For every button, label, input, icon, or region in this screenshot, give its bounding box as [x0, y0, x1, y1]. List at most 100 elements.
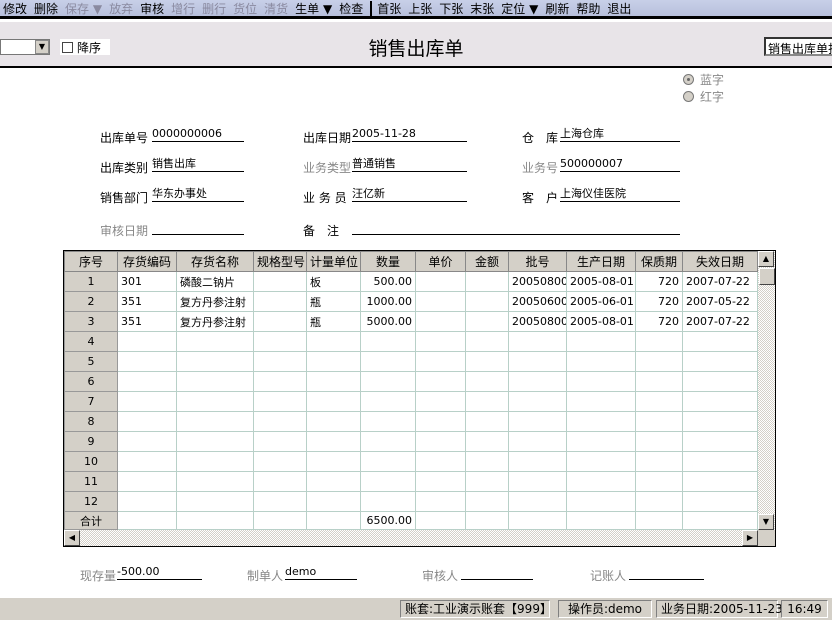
table-cell[interactable]: [508, 371, 567, 392]
table-cell[interactable]: [117, 471, 177, 492]
toolbar-button-19[interactable]: 退出: [607, 0, 631, 17]
table-cell[interactable]: [306, 391, 361, 412]
table-cell[interactable]: [415, 311, 466, 332]
table-cell[interactable]: [508, 471, 567, 492]
table-cell[interactable]: [117, 391, 177, 412]
table-cell[interactable]: [415, 411, 466, 432]
table-cell[interactable]: [253, 491, 307, 512]
table-row[interactable]: 12: [64, 491, 758, 512]
table-cell[interactable]: [306, 351, 361, 372]
column-header[interactable]: 生产日期: [566, 251, 636, 272]
table-cell[interactable]: [253, 471, 307, 492]
table-cell[interactable]: [415, 371, 466, 392]
column-header[interactable]: 存货编码: [117, 251, 177, 272]
table-cell[interactable]: [117, 431, 177, 452]
table-cell[interactable]: [415, 491, 466, 512]
out-date-field[interactable]: 2005-11-28: [352, 127, 467, 142]
toolbar-button-10[interactable]: 检查: [339, 0, 363, 17]
table-cell[interactable]: [508, 431, 567, 452]
table-cell[interactable]: 720: [635, 271, 683, 292]
table-row[interactable]: 2351复方丹参注射 瓶1000.00 2005060012005-06-01720…: [64, 291, 758, 312]
scroll-left-icon[interactable]: ◀: [64, 530, 80, 546]
table-cell[interactable]: [360, 451, 416, 472]
table-cell[interactable]: [635, 411, 683, 432]
table-cell[interactable]: [682, 371, 758, 392]
scroll-up-icon[interactable]: ▲: [758, 251, 774, 267]
table-row[interactable]: 7: [64, 391, 758, 412]
toolbar-button-2[interactable]: 保存 ▼: [65, 0, 102, 17]
table-cell[interactable]: [635, 351, 683, 372]
table-cell[interactable]: [566, 411, 636, 432]
table-cell[interactable]: [253, 431, 307, 452]
table-cell[interactable]: [176, 431, 254, 452]
toolbar-button-13[interactable]: 上张: [408, 0, 432, 17]
table-cell[interactable]: [635, 331, 683, 352]
table-cell[interactable]: [635, 451, 683, 472]
table-cell[interactable]: [415, 271, 466, 292]
scroll-down-icon[interactable]: ▼: [758, 514, 774, 530]
radio-blue[interactable]: 蓝字: [683, 71, 724, 88]
table-cell[interactable]: [253, 391, 307, 412]
table-cell[interactable]: 复方丹参注射: [176, 311, 254, 332]
table-cell[interactable]: [566, 451, 636, 472]
table-cell[interactable]: [465, 331, 509, 352]
table-cell[interactable]: [176, 331, 254, 352]
table-cell[interactable]: [682, 411, 758, 432]
table-cell[interactable]: 2005-06-01: [566, 291, 636, 312]
table-cell[interactable]: [465, 391, 509, 412]
table-cell[interactable]: [415, 351, 466, 372]
table-cell[interactable]: 301: [117, 271, 177, 292]
table-cell[interactable]: [682, 491, 758, 512]
table-cell[interactable]: [253, 411, 307, 432]
column-header[interactable]: 计量单位: [306, 251, 361, 272]
table-cell[interactable]: [508, 411, 567, 432]
toolbar-button-5[interactable]: 增行: [171, 0, 195, 17]
table-cell[interactable]: [415, 331, 466, 352]
column-header[interactable]: 金额: [465, 251, 509, 272]
table-row[interactable]: 8: [64, 411, 758, 432]
table-cell[interactable]: [117, 351, 177, 372]
table-cell[interactable]: [176, 411, 254, 432]
table-cell[interactable]: [415, 451, 466, 472]
table-cell[interactable]: 2007-07-22: [682, 311, 758, 332]
table-cell[interactable]: [176, 451, 254, 472]
table-cell[interactable]: [566, 351, 636, 372]
remark-field[interactable]: [352, 220, 680, 235]
table-cell[interactable]: 5000.00: [360, 311, 416, 332]
table-cell[interactable]: [566, 431, 636, 452]
table-cell[interactable]: [465, 491, 509, 512]
print-template-select[interactable]: 销售出库单打印模版: [764, 37, 832, 56]
table-cell[interactable]: [176, 471, 254, 492]
toolbar-button-1[interactable]: 删除: [34, 0, 58, 17]
table-cell[interactable]: [176, 351, 254, 372]
biz-type-field[interactable]: 普通销售: [352, 157, 467, 172]
table-cell[interactable]: [253, 271, 307, 292]
table-row[interactable]: 5: [64, 351, 758, 372]
toolbar-button-9[interactable]: 生单 ▼: [295, 0, 332, 17]
table-cell[interactable]: [635, 371, 683, 392]
table-cell[interactable]: [465, 431, 509, 452]
table-cell[interactable]: 200506001: [508, 291, 567, 312]
table-cell[interactable]: [682, 431, 758, 452]
table-cell[interactable]: [360, 411, 416, 432]
table-cell[interactable]: [253, 311, 307, 332]
table-cell[interactable]: [360, 371, 416, 392]
table-cell[interactable]: [306, 371, 361, 392]
toolbar-button-18[interactable]: 帮助: [576, 0, 600, 17]
vertical-scrollbar[interactable]: ▲ ▼: [758, 251, 775, 530]
toolbar-button-14[interactable]: 下张: [439, 0, 463, 17]
table-cell[interactable]: [415, 291, 466, 312]
table-cell[interactable]: [465, 371, 509, 392]
table-cell[interactable]: [566, 491, 636, 512]
table-cell[interactable]: [253, 451, 307, 472]
out-type-field[interactable]: 销售出库: [152, 157, 244, 172]
table-cell[interactable]: [682, 451, 758, 472]
toolbar-button-0[interactable]: 修改: [3, 0, 27, 17]
table-cell[interactable]: [635, 471, 683, 492]
toolbar-button-16[interactable]: 定位 ▼: [501, 0, 538, 17]
radio-icon[interactable]: [683, 91, 694, 102]
table-cell[interactable]: [635, 391, 683, 412]
table-cell[interactable]: [682, 391, 758, 412]
table-cell[interactable]: [508, 491, 567, 512]
toolbar-button-6[interactable]: 删行: [202, 0, 226, 17]
